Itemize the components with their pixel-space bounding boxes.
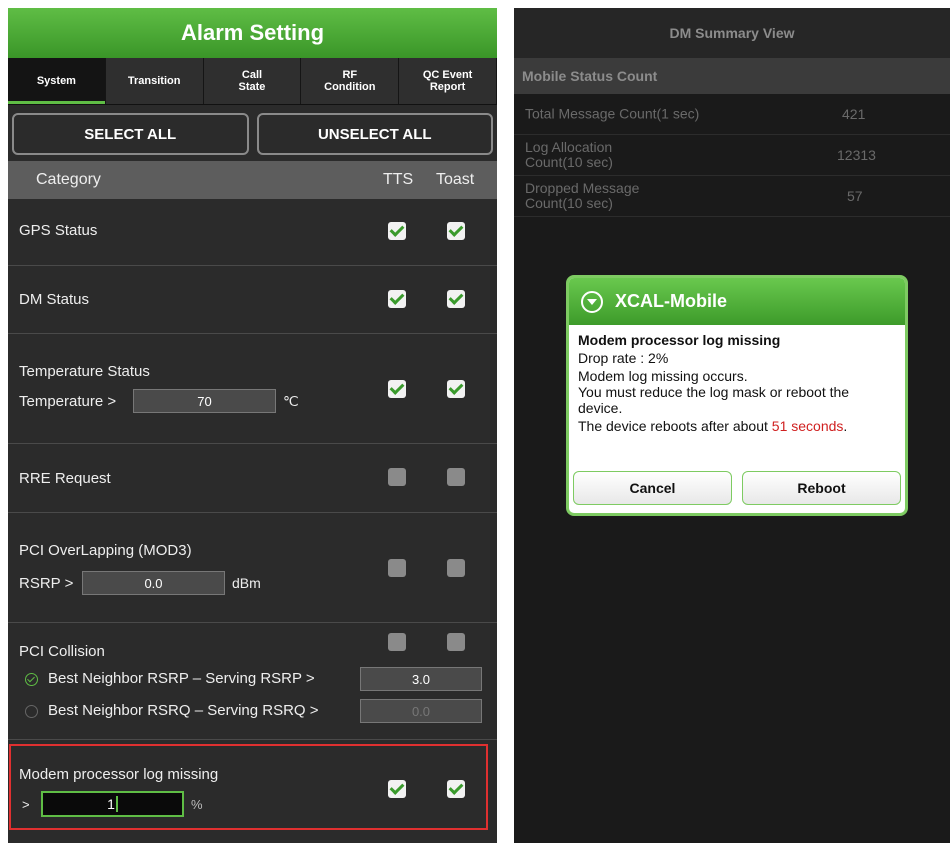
temperature-input[interactable]: 70 (133, 389, 276, 413)
dm-row-label: Total Message Count(1 sec) (525, 105, 700, 122)
category-header: Category TTS Toast (8, 161, 497, 199)
category-column-header: Category (36, 171, 101, 188)
temperature-unit: ℃ (283, 393, 299, 409)
toast-column-header: Toast (436, 171, 475, 188)
tts-column-header: TTS (383, 171, 414, 188)
mobile-status-count-header: Mobile Status Count (514, 58, 950, 94)
page-title: Alarm Setting (8, 8, 497, 58)
temperature-toast-checkbox[interactable] (447, 380, 465, 398)
temperature-threshold-label: Temperature > (19, 393, 117, 410)
alert-dialog: XCAL-Mobile Modem processor log missing … (566, 275, 908, 516)
row-pci-collision: PCI Collision Best Neighbor RSRP – Servi… (8, 623, 497, 740)
tab-qc-event-report[interactable]: QC Event Report (399, 58, 497, 104)
gps-tts-checkbox[interactable] (388, 222, 406, 240)
dm-row-label: Log Allocation Count(10 sec) (525, 139, 613, 170)
dropdown-circle-icon (581, 290, 603, 313)
tab-transition[interactable]: Transition (106, 58, 204, 104)
dialog-heading: Modem processor log missing (578, 332, 781, 348)
dm-summary-panel: DM Summary View Mobile Status Count Tota… (514, 8, 950, 843)
reboot-prefix: The device reboots after about (578, 418, 772, 434)
dialog-body: Modem processor log missing Drop rate : … (569, 325, 905, 434)
dialog-message-line1: Modem log missing occurs. (578, 368, 748, 384)
dm-row-value: 12313 (837, 147, 876, 163)
reboot-button[interactable]: Reboot (742, 471, 901, 505)
selection-buttons: SELECT ALL UNSELECT ALL (8, 105, 497, 161)
dm-row-total-message: Total Message Count(1 sec) 421 (514, 94, 950, 135)
highlight-box (9, 744, 488, 830)
tab-call-state[interactable]: Call State (204, 58, 302, 104)
pci-overlapping-toast-checkbox[interactable] (447, 559, 465, 577)
rre-request-label: RRE Request (19, 470, 111, 487)
pci-overlapping-tts-checkbox[interactable] (388, 559, 406, 577)
row-dm-status: DM Status (8, 266, 497, 334)
dialog-header: XCAL-Mobile (569, 278, 905, 325)
dm-status-label: DM Status (19, 291, 90, 308)
row-rre-request: RRE Request (8, 444, 497, 513)
unselect-all-button[interactable]: UNSELECT ALL (256, 113, 493, 155)
dialog-drop-rate: Drop rate : 2% (578, 350, 669, 366)
dialog-title: XCAL-Mobile (615, 291, 727, 311)
pci-collision-toast-checkbox[interactable] (447, 633, 465, 651)
rsrq-diff-input[interactable]: 0.0 (360, 699, 482, 723)
cancel-button[interactable]: Cancel (573, 471, 732, 505)
pci-collision-tts-checkbox[interactable] (388, 633, 406, 651)
gps-status-label: GPS Status (19, 222, 98, 239)
row-pci-overlapping: PCI OverLapping (MOD3) RSRP > 0.0 dBm (8, 513, 497, 623)
gps-toast-checkbox[interactable] (447, 222, 465, 240)
dm-row-label: Dropped Message Count(10 sec) (525, 180, 640, 211)
tab-bar: System Transition Call State RF Conditio… (8, 58, 497, 105)
alarm-setting-panel: Alarm Setting System Transition Call Sta… (8, 8, 497, 843)
rsrp-diff-input[interactable]: 3.0 (360, 667, 482, 691)
countdown-seconds: 51 seconds (771, 418, 844, 434)
select-all-button[interactable]: SELECT ALL (12, 113, 249, 155)
rsrp-threshold-label: RSRP > (19, 575, 74, 592)
rsrp-diff-label: Best Neighbor RSRP – Serving RSRP > (48, 670, 315, 687)
dm-row-dropped-message: Dropped Message Count(10 sec) 57 (514, 176, 950, 217)
dialog-buttons: Cancel Reboot (569, 471, 905, 505)
dm-toast-checkbox[interactable] (447, 290, 465, 308)
rsrp-unit: dBm (232, 575, 261, 591)
rsrp-diff-radio[interactable] (25, 673, 38, 686)
dm-row-value: 421 (842, 106, 866, 122)
reboot-suffix: . (843, 418, 848, 434)
dialog-message-line2: You must reduce the log mask or reboot t… (578, 384, 850, 416)
dialog-reboot-notice: The device reboots after about 51 second… (578, 418, 896, 434)
temperature-tts-checkbox[interactable] (388, 380, 406, 398)
pci-overlapping-label: PCI OverLapping (MOD3) (19, 542, 192, 559)
row-temperature-status: Temperature Status Temperature > 70 ℃ (8, 334, 497, 444)
dm-row-value: 57 (847, 188, 863, 204)
temperature-status-label: Temperature Status (19, 363, 150, 380)
rsrq-diff-label: Best Neighbor RSRQ – Serving RSRQ > (48, 702, 319, 719)
dm-tts-checkbox[interactable] (388, 290, 406, 308)
rsrq-diff-radio[interactable] (25, 705, 38, 718)
dm-summary-title: DM Summary View (514, 8, 950, 58)
pci-collision-label: PCI Collision (19, 643, 105, 660)
tab-rf-condition[interactable]: RF Condition (301, 58, 400, 104)
rre-tts-checkbox[interactable] (388, 468, 406, 486)
row-gps-status: GPS Status (8, 199, 497, 266)
tab-system[interactable]: System (8, 58, 106, 104)
rsrp-input[interactable]: 0.0 (82, 571, 225, 595)
dm-row-log-allocation: Log Allocation Count(10 sec) 12313 (514, 135, 950, 176)
rre-toast-checkbox[interactable] (447, 468, 465, 486)
